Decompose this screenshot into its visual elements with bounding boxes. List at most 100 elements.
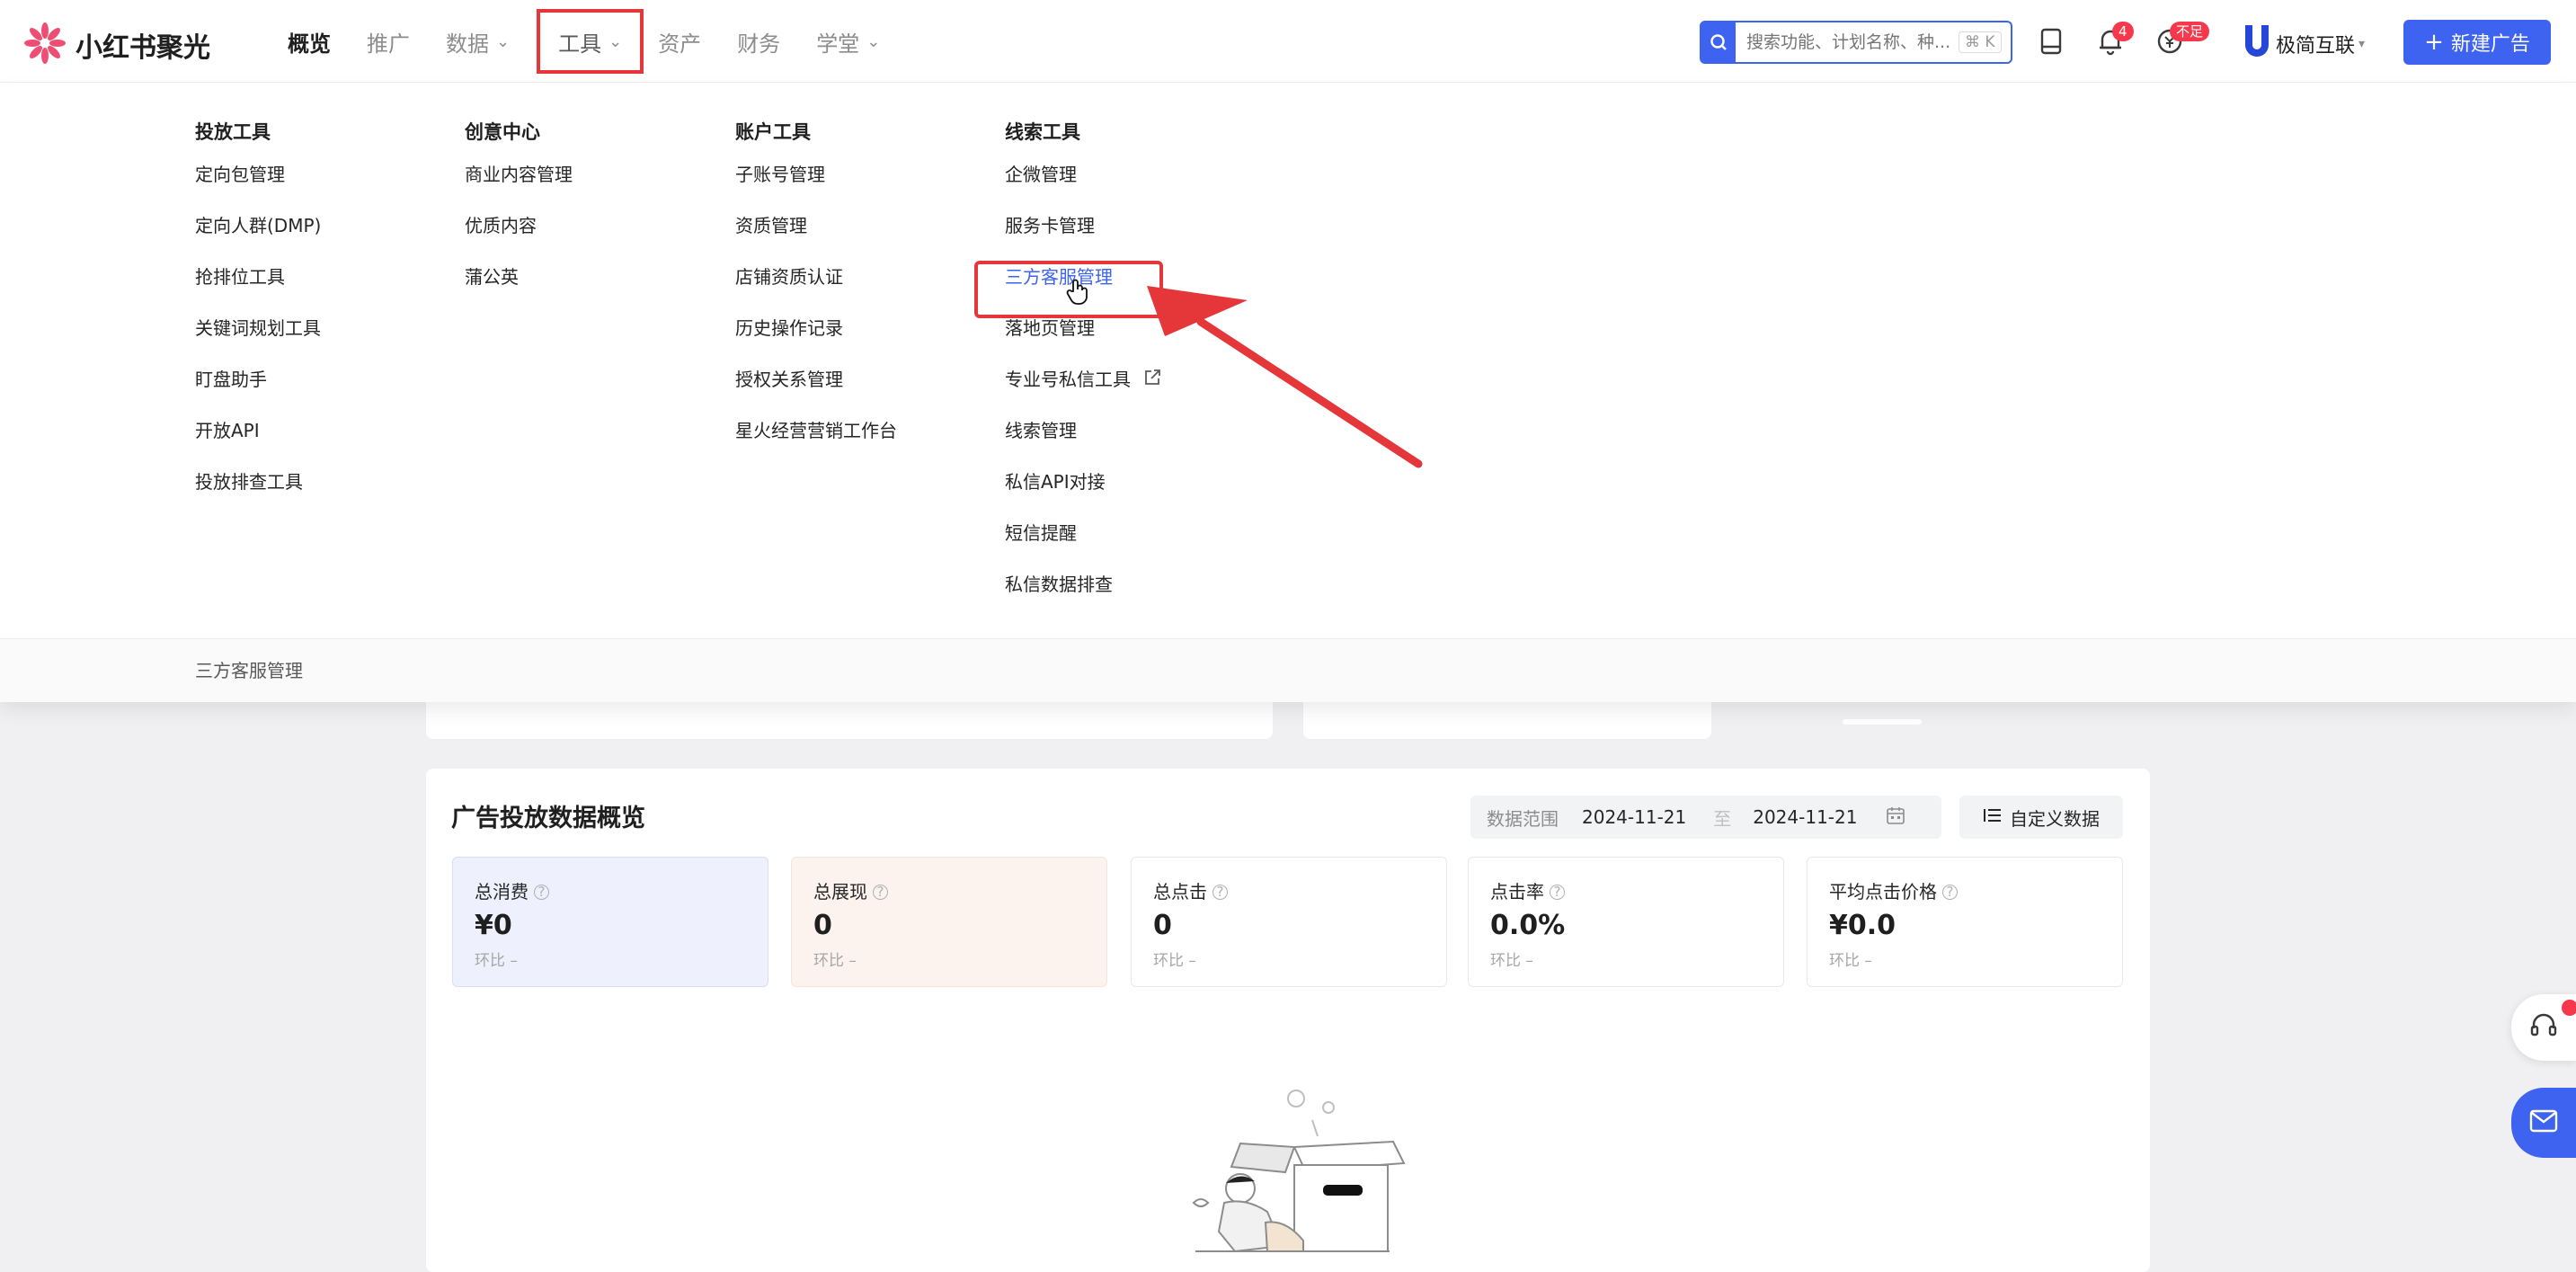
menu-item-pro-dm-tool[interactable]: 专业号私信工具: [1005, 354, 1161, 405]
question-icon[interactable]: ?: [1550, 884, 1565, 900]
custom-data-button[interactable]: 自定义数据: [1959, 796, 2123, 839]
menu-item[interactable]: 盯盘助手: [195, 354, 321, 405]
metric-value: ¥0.0: [1829, 910, 1896, 941]
nav-label: 学堂: [816, 31, 860, 57]
menu-item[interactable]: 投放排查工具: [195, 457, 321, 508]
metric-card-cpc[interactable]: 平均点击价格? ¥0.0 环比 –: [1807, 857, 2123, 987]
question-icon[interactable]: ?: [1942, 884, 1958, 900]
metric-label: 总展现: [813, 881, 867, 903]
new-ad-button[interactable]: + 新建广告: [2403, 20, 2551, 65]
menu-item[interactable]: 店铺资质认证: [735, 252, 897, 303]
menu-item[interactable]: 私信API对接: [1005, 457, 1161, 508]
question-icon[interactable]: ?: [534, 884, 549, 900]
settings-list-icon: [1983, 806, 2003, 829]
main-nav: 概览 推广 数据 ⌄ 工具 ⌄ 资产 财务 学堂 ⌄: [270, 0, 898, 83]
menu-item[interactable]: 定向人群(DMP): [195, 200, 321, 252]
logo[interactable]: 小红书聚光: [23, 22, 210, 68]
bg-scroll-indicator: [1843, 719, 1922, 725]
menu-item[interactable]: 抢排位工具: [195, 252, 321, 303]
nav-assets[interactable]: 资产: [640, 0, 719, 83]
menu-item[interactable]: 子账号管理: [735, 149, 897, 200]
nav-label: 概览: [288, 31, 331, 57]
chevron-down-icon: ⌄: [866, 31, 881, 51]
question-icon[interactable]: ?: [1212, 884, 1228, 900]
menu-item[interactable]: 资质管理: [735, 200, 897, 252]
external-link-icon: [1143, 355, 1161, 406]
empty-state-illustration: [1192, 1090, 1406, 1253]
menu-column-creative-center: 创意中心 商业内容管理 优质内容 蒲公英: [465, 115, 573, 303]
menu-item[interactable]: 定向包管理: [195, 149, 321, 200]
chevron-down-icon: ⌄: [496, 31, 511, 51]
nav-label: 资产: [658, 31, 702, 57]
menu-column-account-tools: 账户工具 子账号管理 资质管理 店铺资质认证 历史操作记录 授权关系管理 星火经…: [735, 115, 897, 457]
column-title: 投放工具: [195, 121, 271, 143]
column-title: 线索工具: [1005, 121, 1080, 143]
date-range-picker[interactable]: 数据范围 2024-11-21 至 2024-11-21: [1470, 796, 1941, 839]
metric-label: 平均点击价格: [1829, 881, 1937, 903]
range-label: 数据范围: [1487, 807, 1559, 830]
menu-item[interactable]: 历史操作记录: [735, 303, 897, 354]
brand-u-icon: [2242, 22, 2272, 67]
metric-value: 0: [813, 910, 832, 941]
metric-value: ¥0: [475, 910, 512, 941]
metric-compare: 环比 –: [1153, 952, 1196, 970]
nav-tools[interactable]: 工具 ⌄: [528, 0, 653, 83]
metric-card-impressions[interactable]: 总展现? 0 环比 –: [791, 857, 1107, 987]
search-icon[interactable]: [1701, 22, 1736, 62]
customer-service-button[interactable]: [2511, 994, 2576, 1061]
metric-compare: 环比 –: [1829, 952, 1872, 970]
search-input[interactable]: [1745, 31, 1955, 53]
service-badge: [2562, 1000, 2576, 1016]
metric-card-clicks[interactable]: 总点击? 0 环比 –: [1131, 857, 1447, 987]
end-date[interactable]: 2024-11-21: [1753, 806, 1857, 828]
calendar-icon[interactable]: [1886, 805, 1905, 830]
menu-item[interactable]: 私信数据排查: [1005, 559, 1161, 610]
nav-data[interactable]: 数据 ⌄: [428, 0, 528, 83]
metric-compare: 环比 –: [1490, 952, 1533, 970]
metric-card-ctr[interactable]: 点击率? 0.0% 环比 –: [1468, 857, 1784, 987]
message-button[interactable]: [2511, 1088, 2576, 1158]
nav-label: 财务: [737, 31, 781, 57]
tablet-icon[interactable]: [2035, 25, 2067, 58]
menu-item[interactable]: 服务卡管理: [1005, 200, 1161, 252]
nav-label: 推广: [367, 31, 410, 57]
metric-card-spend[interactable]: 总消费? ¥0 环比 –: [452, 857, 768, 987]
nav-promotion[interactable]: 推广: [349, 0, 428, 83]
menu-item[interactable]: 优质内容: [465, 200, 573, 252]
nav-overview[interactable]: 概览: [270, 0, 349, 83]
new-ad-label: 新建广告: [2450, 33, 2530, 56]
metric-compare: 环比 –: [475, 952, 518, 970]
custom-data-label: 自定义数据: [2010, 807, 2100, 830]
metric-label: 点击率: [1490, 881, 1544, 903]
metric-compare: 环比 –: [813, 952, 857, 970]
column-title: 账户工具: [735, 121, 811, 143]
nav-label: 工具: [558, 31, 602, 57]
metric-label: 总点击: [1153, 881, 1207, 903]
hover-description: 三方客服管理: [195, 660, 303, 681]
notification-badge: 4: [2112, 22, 2134, 41]
menu-item[interactable]: 短信提醒: [1005, 508, 1161, 559]
menu-item[interactable]: 星火经营营销工作台: [735, 405, 897, 457]
start-date[interactable]: 2024-11-21: [1582, 806, 1686, 828]
menu-item[interactable]: 蒲公英: [465, 252, 573, 303]
menu-item[interactable]: 商业内容管理: [465, 149, 573, 200]
menu-item[interactable]: 授权关系管理: [735, 354, 897, 405]
search-shortcut: ⌘ K: [1959, 31, 2002, 53]
nav-finance[interactable]: 财务: [719, 0, 798, 83]
logo-text: 小红书聚光: [76, 32, 210, 64]
nav-academy[interactable]: 学堂 ⌄: [798, 0, 898, 83]
chevron-down-icon: ⌄: [608, 31, 623, 51]
nav-label: 数据: [446, 31, 489, 57]
menu-item[interactable]: 企微管理: [1005, 149, 1161, 200]
menu-item[interactable]: 线索管理: [1005, 405, 1161, 457]
metric-value: 0: [1153, 910, 1172, 941]
top-header: 小红书聚光 概览 推广 数据 ⌄ 工具 ⌄ 资产 财务 学堂 ⌄ ⌘ K 4 不足 极…: [0, 0, 2576, 83]
flower-logo-icon: [23, 22, 67, 68]
dropdown-footer: 三方客服管理: [0, 638, 2576, 702]
menu-item[interactable]: 开放API: [195, 405, 321, 457]
question-icon[interactable]: ?: [873, 884, 888, 900]
global-search[interactable]: ⌘ K: [1700, 21, 2012, 64]
account-switcher[interactable]: 极简互联 ▾: [2242, 22, 2365, 67]
mail-icon: [2528, 1107, 2559, 1138]
menu-item[interactable]: 关键词规划工具: [195, 303, 321, 354]
